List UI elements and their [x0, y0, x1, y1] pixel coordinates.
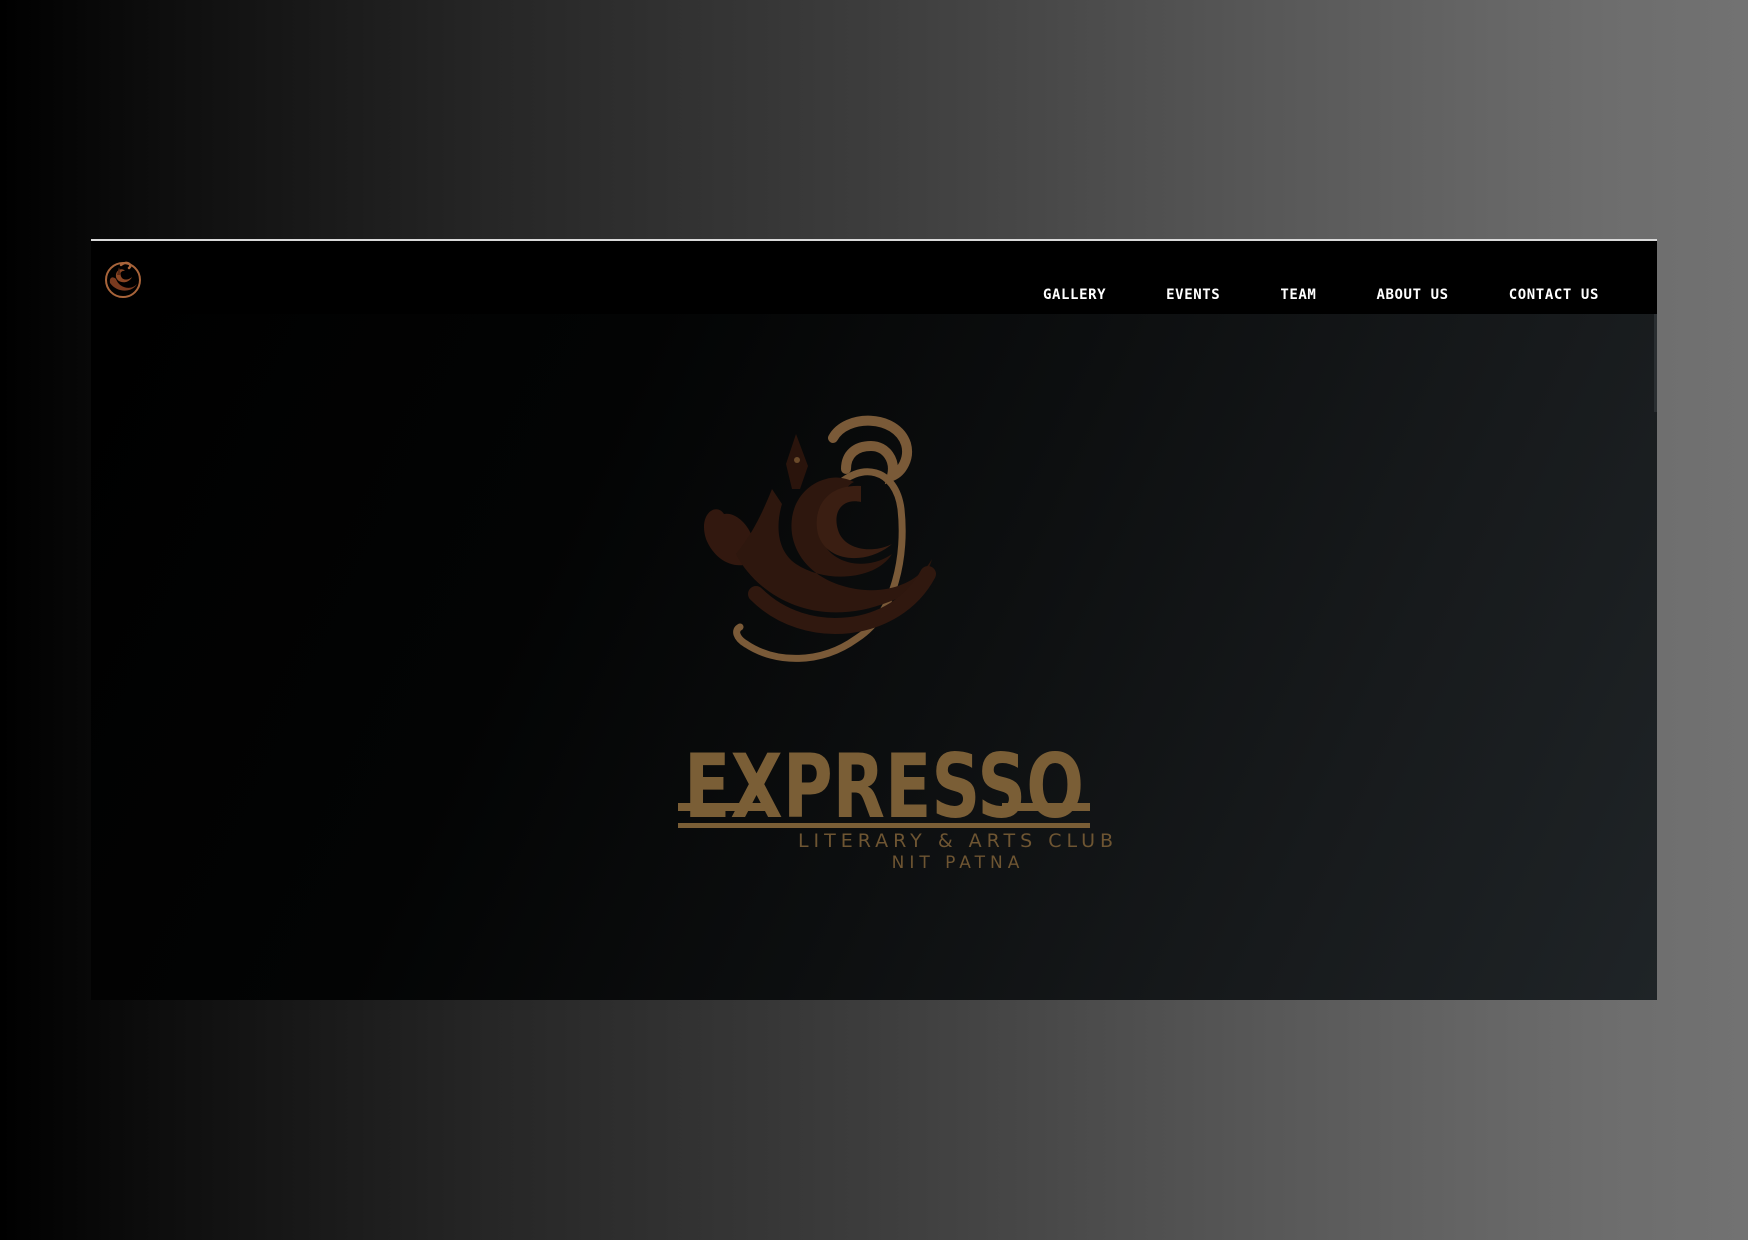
nav-contact-us-link[interactable]: CONTACT US: [1509, 287, 1599, 303]
expresso-wordmark: EXPRESSO: [672, 735, 1096, 839]
hero-subtagline: NIT PATNA: [891, 853, 1025, 873]
nav-links: GALLERY EVENTS TEAM ABOUT US CONTACT US: [1043, 287, 1599, 303]
pen-brush-swirl-emblem: [696, 394, 1021, 724]
hero-tagline: LITERARY & ARTS CLUB: [797, 830, 1119, 852]
nav-about-us-link[interactable]: ABOUT US: [1376, 287, 1448, 303]
navbar: GALLERY EVENTS TEAM ABOUT US CONTACT US: [91, 241, 1657, 314]
browser-viewport: GALLERY EVENTS TEAM ABOUT US CONTACT US: [91, 239, 1657, 1000]
nav-team-link[interactable]: TEAM: [1280, 287, 1316, 303]
expresso-logo-icon[interactable]: [101, 257, 145, 301]
nav-gallery-link[interactable]: GALLERY: [1043, 287, 1106, 303]
scrollbar-track[interactable]: [1654, 314, 1657, 412]
hero-section: EXPRESSO LITERARY & ARTS CLUB NIT PATNA: [91, 314, 1657, 1000]
nav-events-link[interactable]: EVENTS: [1166, 287, 1220, 303]
